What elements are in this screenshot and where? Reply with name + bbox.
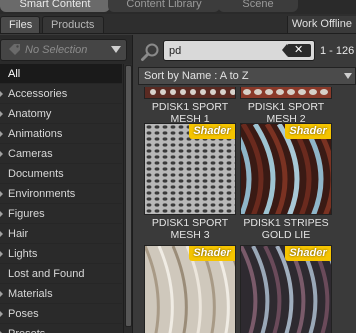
selection-dropdown[interactable]: No Selection bbox=[0, 39, 127, 61]
category-label: Lights bbox=[8, 248, 38, 260]
shader-badge: Shader bbox=[189, 124, 235, 139]
category-label: Environments bbox=[8, 188, 76, 200]
tab-content-library[interactable]: Content Library bbox=[108, 0, 220, 12]
category-item[interactable]: Hair bbox=[0, 224, 122, 244]
expand-arrow-icon[interactable] bbox=[0, 311, 3, 317]
shader-badge: Shader bbox=[285, 246, 331, 261]
category-item[interactable]: Cameras bbox=[0, 144, 122, 164]
category-item[interactable]: Accessories bbox=[0, 84, 122, 104]
category-label: All bbox=[8, 68, 21, 80]
search-field[interactable]: ✕ bbox=[163, 40, 315, 61]
category-item[interactable]: Materials bbox=[0, 284, 122, 304]
item-thumbnail[interactable]: Shader bbox=[240, 245, 332, 333]
tab-files[interactable]: Files bbox=[0, 16, 40, 33]
category-label: Accessories bbox=[8, 88, 68, 100]
category-item[interactable]: Presets bbox=[0, 324, 122, 333]
category-label: Documents bbox=[8, 168, 64, 180]
close-icon: ✕ bbox=[294, 44, 304, 56]
category-label: Poses bbox=[8, 308, 39, 320]
item-thumbnail[interactable]: Shader bbox=[240, 123, 332, 215]
expand-arrow-icon[interactable] bbox=[0, 211, 3, 217]
category-label: Animations bbox=[8, 128, 63, 140]
sort-label: Sort by Name : A to Z bbox=[144, 70, 249, 82]
category-label: Anatomy bbox=[8, 108, 52, 120]
shader-badge: Shader bbox=[285, 124, 331, 139]
expand-arrow-icon[interactable] bbox=[0, 231, 3, 237]
category-item[interactable]: Lost and Found bbox=[0, 264, 122, 284]
search-icon[interactable] bbox=[140, 42, 160, 62]
category-item[interactable]: Poses bbox=[0, 304, 122, 324]
tag-icon bbox=[7, 43, 21, 57]
category-item[interactable]: All bbox=[0, 64, 122, 84]
results-grid: PDISK1 SPORT MESH 1 PDISK1 SPORT MESH 2 bbox=[138, 87, 354, 333]
category-item[interactable]: Figures bbox=[0, 204, 122, 224]
category-pane: No Selection All Accessories Anatomy Animat… bbox=[0, 35, 133, 333]
category-label: Cameras bbox=[8, 148, 53, 160]
selection-label: No Selection bbox=[25, 44, 88, 56]
item-label: PDISK1 SPORT MESH 1 bbox=[151, 101, 229, 125]
category-scrollbar[interactable] bbox=[123, 64, 132, 333]
expand-arrow-icon[interactable] bbox=[0, 291, 3, 297]
top-tab-bar: Smart Content Content Library Scene bbox=[0, 0, 356, 14]
category-label: Lost and Found bbox=[8, 268, 85, 280]
results-pane: ✕ 1 - 126 Sort by Name : A to Z PDISK1 bbox=[134, 35, 356, 333]
search-row: ✕ 1 - 126 bbox=[134, 38, 356, 64]
tab-smart-content[interactable]: Smart Content bbox=[0, 0, 110, 12]
item-thumbnail[interactable]: Shader bbox=[144, 123, 236, 215]
item-label: PDISK1 SPORT MESH 2 bbox=[247, 101, 325, 125]
expand-arrow-icon[interactable] bbox=[0, 191, 3, 197]
scrollbar-thumb[interactable] bbox=[125, 65, 132, 327]
chevron-down-icon bbox=[344, 73, 352, 79]
expand-arrow-icon[interactable] bbox=[0, 91, 3, 97]
category-item[interactable]: Animations bbox=[0, 124, 122, 144]
expand-arrow-icon[interactable] bbox=[0, 131, 3, 137]
category-list: All Accessories Anatomy Animations Cameras Do… bbox=[0, 64, 122, 333]
item-label: PDISK1 SPORT MESH 3 bbox=[151, 217, 229, 241]
tab-scene[interactable]: Scene bbox=[218, 0, 298, 12]
item-thumbnail[interactable] bbox=[240, 87, 332, 99]
item-thumbnail[interactable] bbox=[144, 87, 236, 99]
expand-arrow-icon[interactable] bbox=[0, 251, 3, 257]
category-label: Materials bbox=[8, 288, 53, 300]
shader-badge: Shader bbox=[189, 246, 235, 261]
result-range: 1 - 126 bbox=[320, 45, 355, 57]
sort-dropdown[interactable]: Sort by Name : A to Z bbox=[138, 67, 356, 85]
category-label: Figures bbox=[8, 208, 45, 220]
category-item[interactable]: Documents bbox=[0, 164, 122, 184]
expand-arrow-icon[interactable] bbox=[0, 111, 3, 117]
work-offline-button[interactable]: Work Offline bbox=[286, 16, 356, 33]
category-label: Presets bbox=[8, 328, 45, 333]
category-item[interactable]: Environments bbox=[0, 184, 122, 204]
item-thumbnail[interactable]: Shader bbox=[144, 245, 236, 333]
item-label: PDISK1 STRIPES GOLD LIE bbox=[243, 217, 329, 241]
category-item[interactable]: Anatomy bbox=[0, 104, 122, 124]
expand-arrow-icon[interactable] bbox=[0, 151, 3, 157]
chevron-down-icon bbox=[111, 46, 121, 53]
tab-products[interactable]: Products bbox=[42, 16, 104, 33]
clear-search-button[interactable]: ✕ bbox=[282, 44, 311, 57]
category-label: Hair bbox=[8, 228, 29, 240]
sub-tab-bar: Files Products Work Offline bbox=[0, 14, 356, 34]
category-item[interactable]: Lights bbox=[0, 244, 122, 264]
search-input[interactable] bbox=[169, 44, 287, 58]
